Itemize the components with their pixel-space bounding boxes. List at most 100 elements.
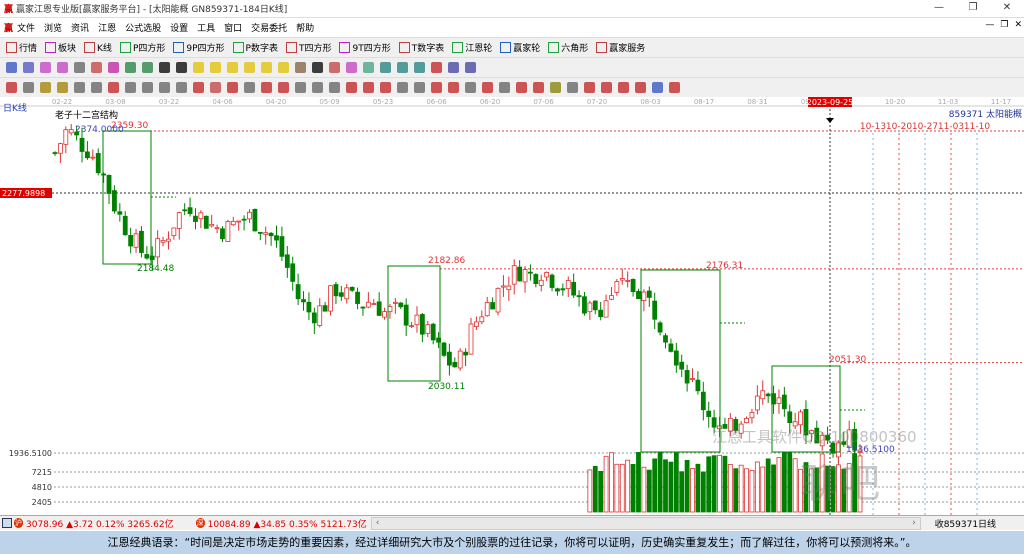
menu-trade[interactable]: 交易委托 [251, 21, 287, 34]
tool-icon[interactable] [74, 62, 85, 73]
mdi-restore-button[interactable]: ❐ [1000, 20, 1008, 30]
shanghai-index[interactable]: 3078.96 ▲3.72 0.12% 3265.62亿 [26, 517, 174, 530]
tool-icon[interactable] [193, 82, 204, 93]
menu-browse[interactable]: 浏览 [44, 21, 62, 34]
tool-icon[interactable] [244, 82, 255, 93]
tool-icon[interactable] [108, 62, 119, 73]
tool-icon[interactable] [125, 82, 136, 93]
tool-icon[interactable] [550, 82, 561, 93]
tool-icon[interactable] [567, 82, 578, 93]
tool-icon[interactable] [74, 82, 85, 93]
tool-icon[interactable] [210, 62, 221, 73]
tool-icon[interactable] [91, 82, 102, 93]
toolbar-9[interactable]: 江恩轮 [452, 41, 492, 54]
mdi-close-button[interactable]: ✕ [1014, 20, 1022, 30]
tool-icon[interactable] [159, 62, 170, 73]
toolbar-11[interactable]: 六角形 [548, 41, 588, 54]
tool-icon[interactable] [397, 82, 408, 93]
tool-icon[interactable] [397, 62, 408, 73]
tool-icon[interactable] [176, 62, 187, 73]
tool-icon[interactable] [6, 62, 17, 73]
menu-gann[interactable]: 江恩 [98, 21, 116, 34]
toolbar-8[interactable]: T数字表 [398, 41, 444, 54]
menu-file[interactable]: 文件 [17, 21, 35, 34]
tool-icon[interactable] [448, 82, 459, 93]
maximize-button[interactable]: ❐ [956, 0, 990, 16]
toolbar-5[interactable]: P数字表 [232, 41, 278, 54]
tool-icon[interactable] [193, 62, 204, 73]
tool-icon[interactable] [125, 62, 136, 73]
toolbar-4[interactable]: 9P四方形 [173, 41, 225, 54]
tool-icon[interactable] [295, 82, 306, 93]
tool-icon[interactable] [227, 62, 238, 73]
close-button[interactable]: ✕ [990, 0, 1024, 16]
tool-icon[interactable] [312, 62, 323, 73]
tool-icon[interactable] [601, 82, 612, 93]
toolbar-2[interactable]: K线 [84, 41, 112, 54]
tool-icon[interactable] [142, 62, 153, 73]
minimize-button[interactable]: — [922, 0, 956, 16]
tool-icon[interactable] [346, 82, 357, 93]
tool-icon[interactable] [91, 62, 102, 73]
tool-icon[interactable] [533, 82, 544, 93]
tool-icon[interactable] [176, 82, 187, 93]
tool-icon[interactable] [329, 62, 340, 73]
tool-icon[interactable] [448, 62, 459, 73]
horizontal-scrollbar[interactable]: ‹ › [370, 516, 921, 530]
toolbar-12[interactable]: 赢家服务 [596, 41, 645, 54]
tool-icon[interactable] [40, 62, 51, 73]
toolbar-6[interactable]: T四方形 [285, 41, 331, 54]
tool-icon[interactable] [23, 62, 34, 73]
tool-icon[interactable] [363, 82, 374, 93]
tool-icon[interactable] [652, 82, 663, 93]
toolbar-7[interactable]: 9T四方形 [339, 41, 391, 54]
tool-icon[interactable] [635, 82, 646, 93]
grid-icon[interactable] [2, 518, 12, 528]
tool-icon[interactable] [6, 82, 17, 93]
tool-icon[interactable] [261, 82, 272, 93]
tool-icon[interactable] [278, 62, 289, 73]
tool-icon[interactable] [159, 82, 170, 93]
tool-icon[interactable] [142, 82, 153, 93]
tool-icon[interactable] [516, 82, 527, 93]
tool-icon[interactable] [329, 82, 340, 93]
tool-icon[interactable] [482, 82, 493, 93]
menu-help[interactable]: 帮助 [296, 21, 314, 34]
menu-tools[interactable]: 工具 [197, 21, 215, 34]
tool-icon[interactable] [261, 62, 272, 73]
tool-icon[interactable] [40, 82, 51, 93]
scroll-right-icon[interactable]: › [912, 518, 916, 528]
toolbar-3[interactable]: P四方形 [119, 41, 165, 54]
scroll-left-icon[interactable]: ‹ [376, 518, 380, 528]
tool-icon[interactable] [278, 82, 289, 93]
tool-icon[interactable] [431, 82, 442, 93]
menu-window[interactable]: 窗口 [224, 21, 242, 34]
tool-icon[interactable] [363, 62, 374, 73]
tool-icon[interactable] [669, 82, 680, 93]
tool-icon[interactable] [312, 82, 323, 93]
tool-icon[interactable] [57, 62, 68, 73]
tool-icon[interactable] [57, 82, 68, 93]
tool-icon[interactable] [346, 62, 357, 73]
tool-icon[interactable] [465, 62, 476, 73]
toolbar-10[interactable]: 赢家轮 [500, 41, 540, 54]
tool-icon[interactable] [618, 82, 629, 93]
tool-icon[interactable] [431, 62, 442, 73]
toolbar-0[interactable]: 行情 [6, 41, 37, 54]
menu-settings[interactable]: 设置 [170, 21, 188, 34]
tool-icon[interactable] [210, 82, 221, 93]
tool-icon[interactable] [244, 62, 255, 73]
tool-icon[interactable] [414, 62, 425, 73]
tool-icon[interactable] [414, 82, 425, 93]
tool-icon[interactable] [295, 62, 306, 73]
tool-icon[interactable] [584, 82, 595, 93]
tool-icon[interactable] [108, 82, 119, 93]
tool-icon[interactable] [380, 82, 391, 93]
tool-icon[interactable] [23, 82, 34, 93]
toolbar-1[interactable]: 板块 [45, 41, 76, 54]
tool-icon[interactable] [227, 82, 238, 93]
menu-formula[interactable]: 公式选股 [125, 21, 161, 34]
mdi-minimize-button[interactable]: — [985, 20, 994, 30]
kline-chart[interactable]: 日K线 02-22 03-08 03-22 04-06 04-20 05-09 05-23 06… [0, 97, 1024, 515]
tool-icon[interactable] [465, 82, 476, 93]
